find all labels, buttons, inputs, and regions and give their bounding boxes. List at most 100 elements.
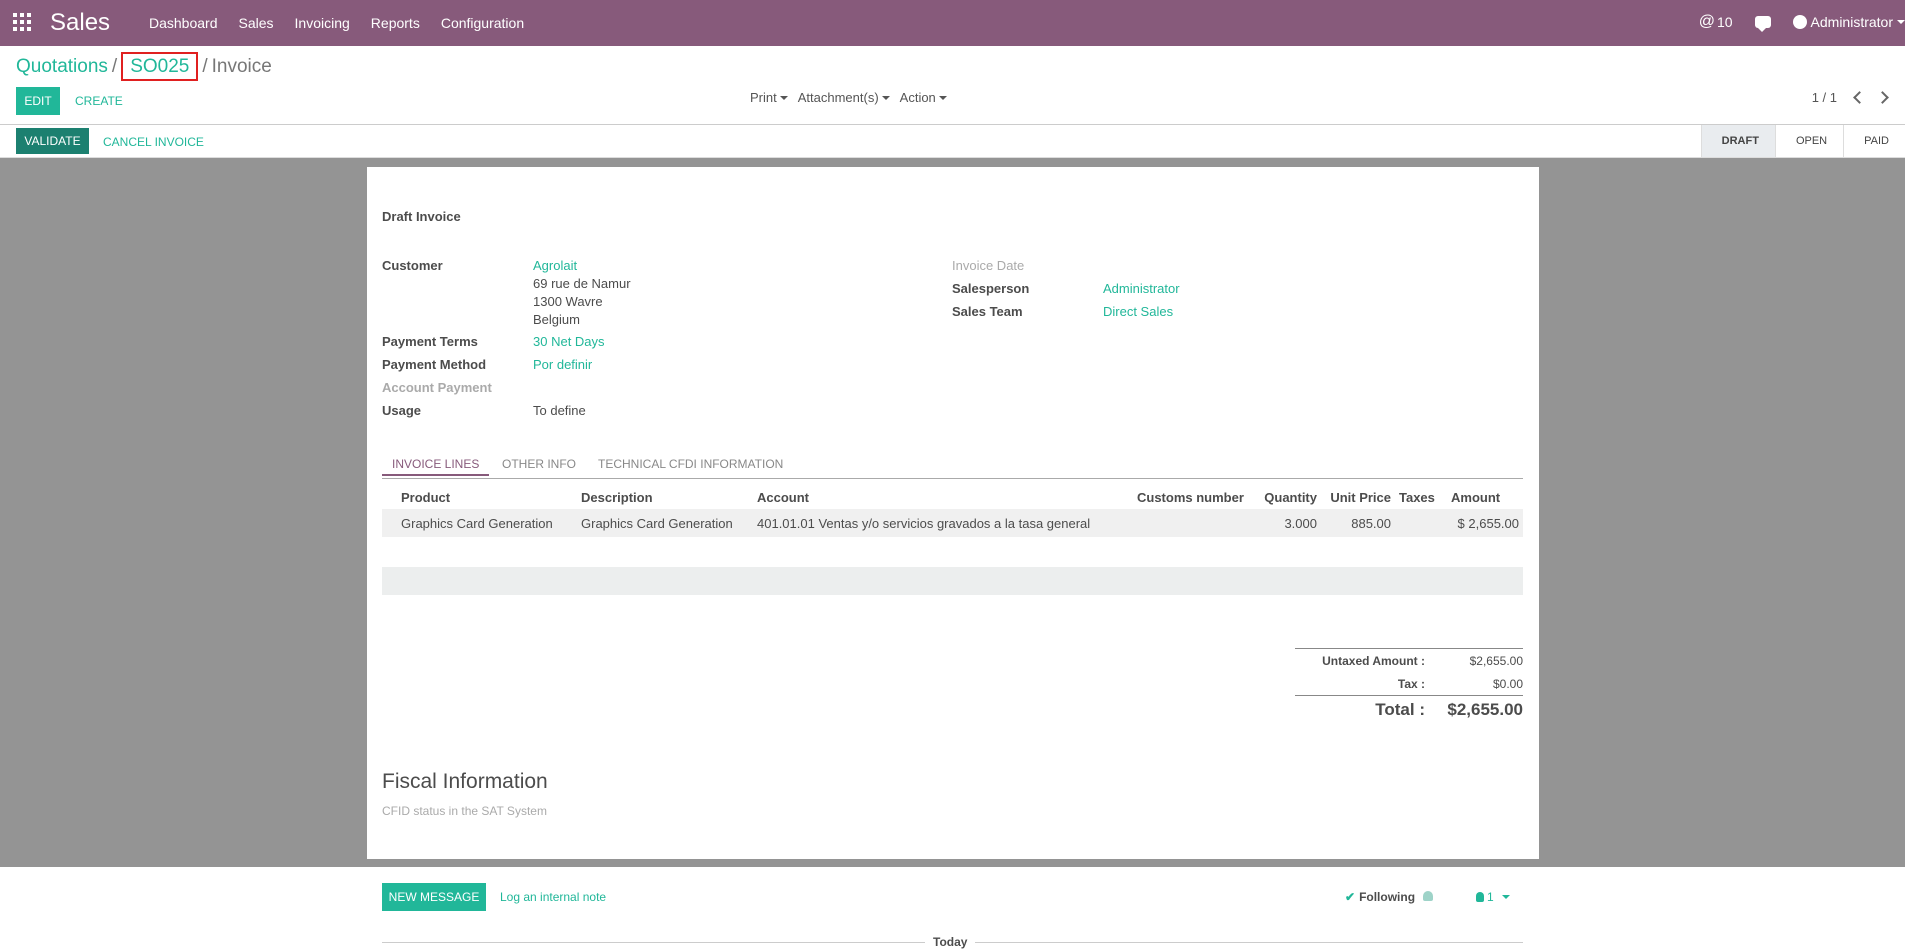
state-paid[interactable]: PAID xyxy=(1843,125,1905,157)
tab-other-info[interactable]: OTHER INFO xyxy=(492,454,586,474)
invoice-date-label: Invoice Date xyxy=(952,258,1025,273)
notebook-tabs: INVOICE LINES OTHER INFO TECHNICAL CFDI … xyxy=(382,454,1523,479)
mentions-button[interactable]: @ 10 xyxy=(1699,13,1733,31)
invoice-lines-table: Product Description Account Customs numb… xyxy=(382,485,1523,537)
salesperson-link[interactable]: Administrator xyxy=(1103,281,1180,296)
cell-unit-price: 885.00 xyxy=(1321,509,1395,537)
attachments-label: Attachment(s) xyxy=(797,90,879,105)
cell-account: 401.01.01 Ventas y/o servicios gravados … xyxy=(753,509,1133,537)
customer-link[interactable]: Agrolait xyxy=(533,258,577,273)
col-account[interactable]: Account xyxy=(753,485,1133,509)
caret-down-icon xyxy=(938,95,947,100)
sidebar-actions: Print Attachment(s) Action xyxy=(750,90,947,105)
empty-row xyxy=(382,567,1523,595)
total-row: Total : $2,655.00 xyxy=(1295,695,1523,724)
salesperson-label: Salesperson xyxy=(952,281,1030,296)
at-icon: @ xyxy=(1698,13,1715,30)
col-taxes[interactable]: Taxes xyxy=(1395,485,1447,509)
cell-description: Graphics Card Generation xyxy=(577,509,753,537)
col-amount[interactable]: Amount xyxy=(1447,485,1523,509)
pager-value[interactable]: 1 / 1 xyxy=(1812,90,1837,105)
untaxed-value: $2,655.00 xyxy=(1469,653,1523,668)
total-value: $2,655.00 xyxy=(1447,700,1523,719)
app-title: Sales xyxy=(50,9,111,36)
breadcrumb-quotations[interactable]: Quotations xyxy=(16,56,108,77)
invoice-sheet: Draft Invoice Customer Agrolait 69 rue d… xyxy=(367,167,1539,859)
new-message-button[interactable]: NEW MESSAGE xyxy=(382,883,486,911)
main-menu: Dashboard Sales Invoicing Reports Config… xyxy=(149,15,545,31)
caret-down-icon xyxy=(1501,895,1510,899)
col-description[interactable]: Description xyxy=(577,485,753,509)
user-avatar-icon xyxy=(1792,15,1807,29)
menu-invoicing[interactable]: Invoicing xyxy=(295,15,350,31)
action-dropdown[interactable]: Action xyxy=(900,90,947,105)
validate-button[interactable]: VALIDATE xyxy=(16,128,89,154)
table-row[interactable]: Graphics Card Generation Graphics Card G… xyxy=(382,509,1523,537)
cell-amount: $ 2,655.00 xyxy=(1447,509,1523,537)
fiscal-title: Fiscal Information xyxy=(382,770,548,793)
user-menu[interactable]: Administrator xyxy=(1792,14,1905,30)
mentions-count: 10 xyxy=(1716,14,1733,30)
payment-terms-link[interactable]: 30 Net Days xyxy=(533,334,605,349)
pager: 1 / 1 xyxy=(1812,90,1889,105)
cell-customs-number xyxy=(1133,509,1253,537)
table-header-row: Product Description Account Customs numb… xyxy=(382,485,1523,509)
bell-icon[interactable] xyxy=(1423,891,1433,901)
invoice-heading: Draft Invoice xyxy=(382,209,461,224)
col-quantity[interactable]: Quantity xyxy=(1253,485,1321,509)
cell-taxes xyxy=(1395,509,1447,537)
col-unit-price[interactable]: Unit Price xyxy=(1321,485,1395,509)
cfdi-status-label: CFID status in the SAT System xyxy=(382,804,547,818)
chevron-right-icon[interactable] xyxy=(1876,91,1889,104)
caret-down-icon xyxy=(1897,20,1905,24)
breadcrumb-current: Invoice xyxy=(211,56,272,77)
payment-method-label: Payment Method xyxy=(382,357,487,372)
breadcrumb-separator: / xyxy=(111,56,118,77)
state-draft[interactable]: DRAFT xyxy=(1700,125,1775,157)
sales-team-link[interactable]: Direct Sales xyxy=(1103,304,1173,319)
menu-reports[interactable]: Reports xyxy=(371,15,420,31)
tax-value: $0.00 xyxy=(1492,676,1523,691)
col-product[interactable]: Product xyxy=(382,485,577,509)
control-panel: Quotations / SO025/Invoice EDIT CREATE Pri… xyxy=(0,46,1905,125)
cancel-invoice-button[interactable]: CANCEL INVOICE xyxy=(103,135,204,149)
edit-button[interactable]: EDIT xyxy=(16,87,60,115)
print-dropdown[interactable]: Print xyxy=(750,90,788,105)
breadcrumb-separator: / xyxy=(202,56,208,77)
menu-sales[interactable]: Sales xyxy=(239,15,274,31)
state-pipeline: DRAFT OPEN PAID xyxy=(1700,125,1905,157)
col-customs-number[interactable]: Customs number xyxy=(1133,485,1253,509)
tab-invoice-lines[interactable]: INVOICE LINES xyxy=(382,454,490,476)
create-button[interactable]: CREATE xyxy=(75,94,123,108)
followers-count: 1 xyxy=(1487,890,1494,904)
user-icon xyxy=(1476,892,1484,902)
chatter: NEW MESSAGE Log an internal note ✔ Follo… xyxy=(0,867,1905,951)
state-open[interactable]: OPEN xyxy=(1774,125,1843,157)
payment-terms-label: Payment Terms xyxy=(382,334,478,349)
log-note-link[interactable]: Log an internal note xyxy=(500,890,606,904)
print-label: Print xyxy=(750,90,777,105)
tax-label: Tax : xyxy=(1397,676,1425,691)
apps-menu-icon[interactable] xyxy=(13,13,31,31)
chevron-left-icon[interactable] xyxy=(1853,91,1866,104)
tab-technical-cfdi[interactable]: TECHNICAL CFDI INFORMATION xyxy=(588,454,793,474)
menu-dashboard[interactable]: Dashboard xyxy=(149,15,218,31)
check-icon: ✔ xyxy=(1345,890,1356,904)
breadcrumb-order[interactable]: SO025 xyxy=(121,52,199,81)
menu-configuration[interactable]: Configuration xyxy=(441,15,524,31)
today-label: Today xyxy=(925,935,976,949)
customer-label: Customer xyxy=(382,258,443,273)
followers-button[interactable]: 1 xyxy=(1476,890,1510,904)
systray: @ 10 Administrator xyxy=(1677,13,1905,32)
cell-product: Graphics Card Generation xyxy=(382,509,577,537)
payment-method-link[interactable]: Por definir xyxy=(533,357,592,372)
cell-quantity: 3.000 xyxy=(1253,509,1321,537)
attachments-dropdown[interactable]: Attachment(s) xyxy=(798,90,890,105)
action-label: Action xyxy=(899,90,936,105)
caret-down-icon xyxy=(881,95,890,100)
following-button[interactable]: ✔ Following xyxy=(1345,890,1415,904)
tax-row: Tax : $0.00 xyxy=(1295,672,1523,695)
messaging-button[interactable] xyxy=(1754,16,1771,32)
user-name: Administrator xyxy=(1810,14,1893,30)
chat-icon xyxy=(1754,16,1771,32)
